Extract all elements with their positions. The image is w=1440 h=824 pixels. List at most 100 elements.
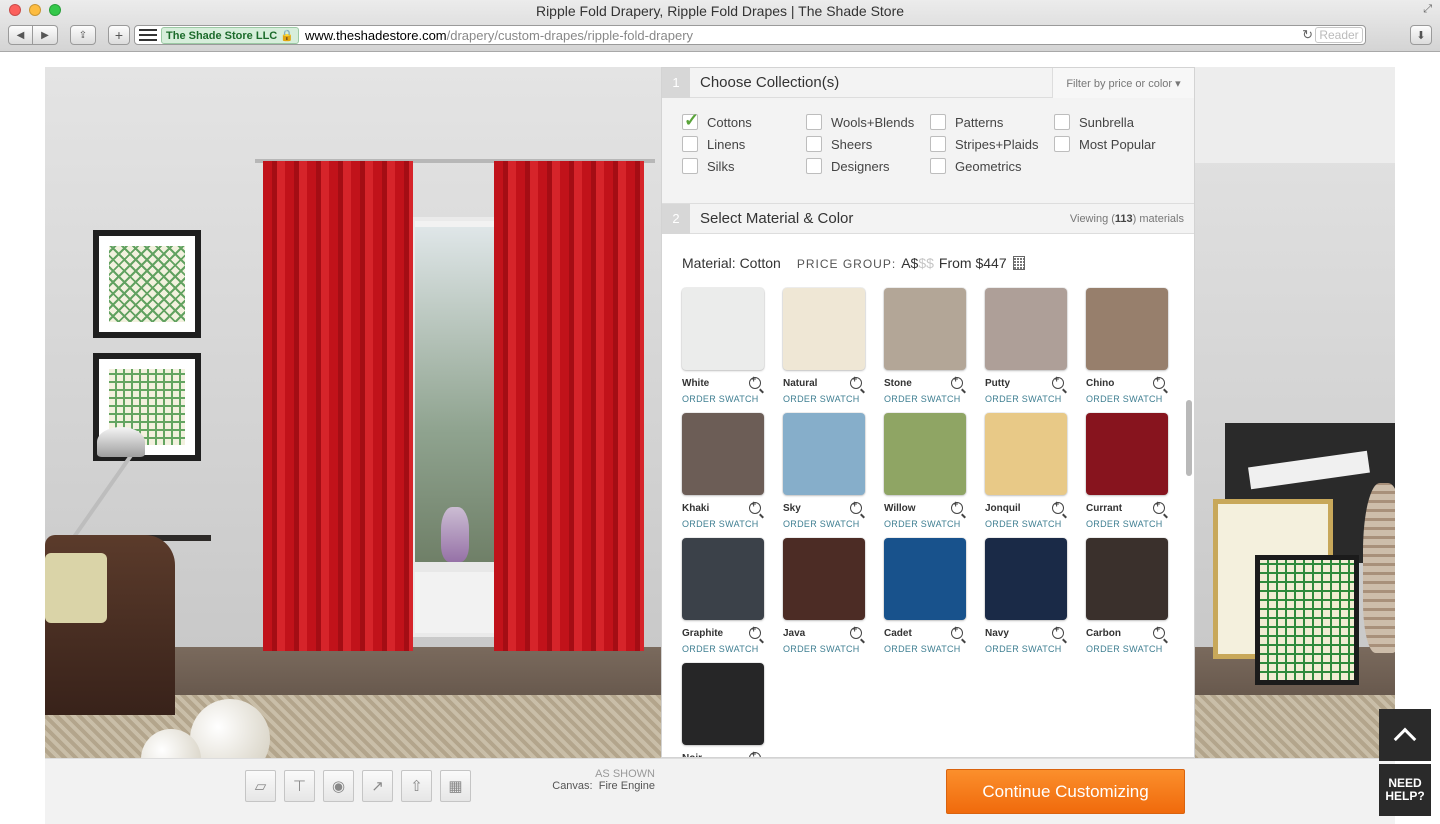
collection-checkbox[interactable]	[806, 158, 822, 174]
swatch-color[interactable]	[985, 288, 1067, 370]
collection-option[interactable]: Sheers	[806, 136, 930, 152]
collection-label: Most Popular	[1079, 136, 1156, 152]
paint-roller-icon: ⊤	[292, 778, 307, 795]
back-button[interactable]: ◀	[8, 25, 33, 45]
tool-buttons: ▱ ⊤ ◉ ↗ ⇧ ▦	[245, 770, 471, 802]
collection-option[interactable]: Silks	[682, 158, 806, 174]
order-swatch-link[interactable]: ORDER SWATCH	[1086, 394, 1168, 404]
swatch-color[interactable]	[783, 413, 865, 495]
zoom-icon[interactable]	[1052, 624, 1064, 639]
collection-checkbox[interactable]	[806, 114, 822, 130]
swatch-label-row: Jonquil	[985, 499, 1067, 514]
collection-checkbox[interactable]	[1054, 114, 1070, 130]
order-swatch-link[interactable]: ORDER SWATCH	[783, 644, 865, 654]
swatch-color[interactable]	[783, 538, 865, 620]
back-to-top-button[interactable]	[1379, 709, 1431, 761]
zoom-icon[interactable]	[749, 374, 761, 389]
swatch-color[interactable]	[1086, 288, 1168, 370]
zoom-icon[interactable]	[1153, 499, 1165, 514]
swatch-color[interactable]	[884, 413, 966, 495]
ev-certificate-badge[interactable]: The Shade Store LLC 🔒	[161, 26, 300, 44]
collection-option[interactable]: Sunbrella	[1054, 114, 1178, 130]
order-swatch-link[interactable]: ORDER SWATCH	[884, 644, 966, 654]
swatch-color[interactable]	[682, 413, 764, 495]
zoom-icon[interactable]	[1153, 374, 1165, 389]
swatch-color[interactable]	[985, 538, 1067, 620]
zoom-icon[interactable]	[749, 624, 761, 639]
paint-button[interactable]: ⊤	[284, 770, 315, 802]
zoom-icon[interactable]	[749, 499, 761, 514]
calculator-icon[interactable]	[1012, 256, 1025, 270]
collection-option[interactable]: Most Popular	[1054, 136, 1178, 152]
continue-customizing-button[interactable]: Continue Customizing	[946, 769, 1185, 814]
reading-list-icon[interactable]	[139, 28, 157, 42]
zoom-icon[interactable]	[951, 374, 963, 389]
swatch-color[interactable]	[1086, 538, 1168, 620]
order-swatch-link[interactable]: ORDER SWATCH	[783, 394, 865, 404]
need-help-button[interactable]: NEED HELP?	[1379, 764, 1431, 816]
order-swatch-link[interactable]: ORDER SWATCH	[1086, 519, 1168, 529]
collection-checkbox[interactable]	[806, 136, 822, 152]
swatch-color[interactable]	[884, 538, 966, 620]
order-swatch-link[interactable]: ORDER SWATCH	[884, 394, 966, 404]
swatch-color[interactable]	[985, 413, 1067, 495]
collection-checkbox[interactable]	[930, 136, 946, 152]
order-swatch-link[interactable]: ORDER SWATCH	[783, 519, 865, 529]
reader-button[interactable]: Reader	[1315, 27, 1363, 43]
order-swatch-link[interactable]: ORDER SWATCH	[985, 519, 1067, 529]
swatch-color[interactable]	[682, 663, 764, 745]
add-bookmark-button[interactable]: +	[108, 25, 130, 45]
zoom-icon[interactable]	[1052, 499, 1064, 514]
address-bar[interactable]: The Shade Store LLC 🔒 www.theshadestore.…	[134, 25, 1366, 45]
collection-option[interactable]: Cottons	[682, 110, 806, 131]
order-swatch-link[interactable]: ORDER SWATCH	[884, 519, 966, 529]
swatch-color[interactable]	[884, 288, 966, 370]
collection-checkbox[interactable]	[930, 114, 946, 130]
order-swatch-link[interactable]: ORDER SWATCH	[682, 644, 764, 654]
swatch-color[interactable]	[1086, 413, 1168, 495]
swatch-label-row: Carbon	[1086, 624, 1168, 639]
filter-dropdown[interactable]: Filter by price or color ▾	[1052, 68, 1194, 98]
zoom-icon[interactable]	[1153, 624, 1165, 639]
order-swatch-link[interactable]: ORDER SWATCH	[985, 644, 1067, 654]
collection-option[interactable]: Patterns	[930, 114, 1054, 130]
order-swatch-link[interactable]: ORDER SWATCH	[682, 519, 764, 529]
collection-option[interactable]: Linens	[682, 136, 806, 152]
swatch-color[interactable]	[682, 538, 764, 620]
zoom-icon[interactable]	[850, 499, 862, 514]
zoom-icon[interactable]	[951, 499, 963, 514]
collection-checkbox[interactable]	[682, 110, 699, 131]
collection-option[interactable]: Designers	[806, 158, 930, 174]
swatch-color[interactable]	[783, 288, 865, 370]
collection-checkbox[interactable]	[682, 158, 698, 174]
order-swatch-link[interactable]: ORDER SWATCH	[682, 394, 764, 404]
panel-scrollbar[interactable]	[1186, 400, 1192, 476]
lamp-head	[97, 427, 145, 457]
collection-option[interactable]: Geometrics	[930, 158, 1054, 174]
swatch-name: Currant	[1086, 502, 1123, 514]
collection-checkbox[interactable]	[930, 158, 946, 174]
fullscreen-icon[interactable]: ⤢	[1423, 3, 1432, 16]
swatch-label-row: Sky	[783, 499, 865, 514]
reload-icon[interactable]: ↻	[1302, 27, 1313, 43]
order-swatch-link[interactable]: ORDER SWATCH	[1086, 644, 1168, 654]
share-button[interactable]: ⇪	[70, 25, 96, 45]
zoom-icon[interactable]	[850, 374, 862, 389]
collection-option[interactable]: Stripes+Plaids	[930, 136, 1054, 152]
order-swatch-link[interactable]: ORDER SWATCH	[985, 394, 1067, 404]
camera-button[interactable]: ◉	[323, 770, 354, 802]
share-design-button[interactable]: ↗	[362, 770, 393, 802]
zoom-icon[interactable]	[951, 624, 963, 639]
measure-button[interactable]: ▱	[245, 770, 276, 802]
swatch-color[interactable]	[682, 288, 764, 370]
zoom-icon[interactable]	[850, 624, 862, 639]
calculator-button[interactable]: ▦	[440, 770, 471, 802]
upload-button[interactable]: ⇧	[401, 770, 432, 802]
swatch-name: Chino	[1086, 377, 1115, 389]
collection-option[interactable]: Wools+Blends	[806, 114, 930, 130]
forward-button[interactable]: ▶	[33, 25, 58, 45]
collection-checkbox[interactable]	[682, 136, 698, 152]
collection-checkbox[interactable]	[1054, 136, 1070, 152]
downloads-button[interactable]: ⬇	[1410, 25, 1432, 45]
zoom-icon[interactable]	[1052, 374, 1064, 389]
